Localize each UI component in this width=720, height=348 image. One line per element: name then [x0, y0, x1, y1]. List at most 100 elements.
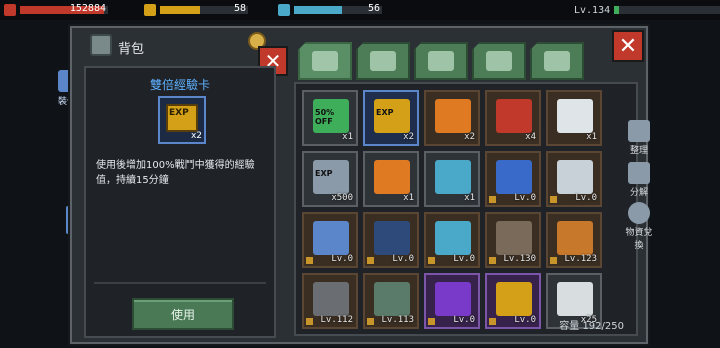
inventory-slot[interactable]: x1	[424, 151, 480, 207]
inventory-slot[interactable]: x1	[546, 90, 602, 146]
chip-icon	[435, 160, 471, 194]
level-stat: Lv.134	[574, 3, 720, 17]
exp-card-icon: EXP	[166, 104, 198, 132]
gauntlet-icon	[496, 160, 532, 194]
selected-item-count: x2	[190, 131, 202, 141]
hp-bar: 152884	[19, 3, 109, 15]
exp-shield-icon: EXP	[313, 160, 349, 194]
hp-stat: 152884	[4, 3, 109, 17]
item-count: x1	[586, 132, 597, 142]
category-tabs	[298, 42, 584, 80]
assault-rifle-icon	[313, 282, 349, 316]
item-count: Lv.0	[575, 193, 597, 203]
inventory-slot[interactable]: Lv.0	[485, 151, 541, 207]
lock-icon	[550, 196, 557, 203]
inventory-slot[interactable]: EXP x2	[363, 90, 419, 146]
medkit-icon	[370, 51, 396, 71]
tab-weapon[interactable]	[472, 42, 526, 80]
mana-bar-fill	[294, 6, 343, 14]
item-count: x500	[331, 193, 353, 203]
item-count: Lv.0	[514, 315, 536, 325]
scroll-icon	[544, 51, 570, 71]
inventory-slot[interactable]: EXP x500	[302, 151, 358, 207]
lock-icon	[367, 318, 374, 325]
lock-icon	[306, 257, 313, 264]
coin-icon	[144, 4, 156, 16]
item-name: 雙倍經驗卡	[149, 78, 210, 92]
red-crate-icon	[496, 99, 532, 133]
gun-icon	[486, 51, 512, 71]
inventory-slot[interactable]: x1	[363, 151, 419, 207]
item-count: Lv.113	[381, 315, 414, 325]
drill-bit-icon	[557, 282, 593, 316]
inventory-slot[interactable]: x4	[485, 90, 541, 146]
shield-case-icon	[496, 282, 532, 316]
rifle-orange-icon	[557, 221, 593, 255]
item-detail-pane: 雙倍經驗卡 EXP x2 使用後增加100%戰鬥中獲得的經驗值，持續15分鐘 使…	[84, 66, 276, 338]
mana-stat: 56	[278, 3, 383, 17]
inventory-slot[interactable]: Lv.130	[485, 212, 541, 268]
use-button[interactable]: 使用	[132, 298, 234, 330]
inventory-slot[interactable]: Lv.113	[363, 273, 419, 329]
generator-icon	[435, 221, 471, 255]
item-label: 50% OFF	[315, 108, 335, 126]
tab-medical[interactable]	[356, 42, 410, 80]
item-count: Lv.130	[503, 254, 536, 264]
sale-card-icon: 50% OFF	[313, 99, 349, 133]
inventory-grid: 50% OFF x1 EXP x2 x2 x4 x1 EXP x500 x1 x1 Lv.0 Lv.0 L…	[302, 90, 602, 329]
crossbow-icon	[496, 221, 532, 255]
inventory-slot[interactable]: Lv.123	[546, 212, 602, 268]
armor-icon	[428, 51, 454, 71]
tab-armor[interactable]	[414, 42, 468, 80]
inventory-slot[interactable]: Lv.112	[302, 273, 358, 329]
item-label: EXP	[376, 108, 394, 117]
selected-item-slot: EXP x2	[158, 96, 206, 144]
close-panel-button[interactable]: ✕	[612, 30, 644, 62]
backpack-icon	[312, 51, 338, 71]
decompose-button[interactable]: 分解	[622, 162, 656, 198]
hp-value: 152884	[69, 3, 106, 14]
lock-icon	[489, 196, 496, 203]
inventory-slot[interactable]: Lv.0	[302, 212, 358, 268]
tab-materials[interactable]	[530, 42, 584, 80]
inventory-panel: 背包 ✕ 雙倍經驗卡 EXP x2 使用後增加100%戰鬥中獲得的經驗值，持續1…	[70, 26, 648, 344]
energy-stat: 58	[144, 3, 249, 17]
drop-icon	[278, 4, 290, 16]
energy-value: 58	[233, 3, 246, 14]
helmet-dark-icon	[374, 221, 410, 255]
inventory-slot[interactable]: Lv.0	[546, 151, 602, 207]
white-crate-icon	[557, 99, 593, 133]
level-bar	[613, 5, 720, 15]
inventory-grid-pane: 50% OFF x1 EXP x2 x2 x4 x1 EXP x500 x1 x1 Lv.0 Lv.0 L…	[294, 82, 638, 336]
lock-icon	[489, 318, 496, 325]
lock-icon	[367, 257, 374, 264]
panel-title: 背包	[118, 42, 145, 57]
mana-value: 56	[367, 3, 380, 14]
item-count: Lv.112	[320, 315, 353, 325]
energy-bar-fill	[160, 6, 200, 14]
inventory-slot[interactable]: Lv.0	[485, 273, 541, 329]
item-count: x4	[525, 132, 536, 142]
exp-badge: EXP	[169, 108, 189, 118]
item-count: Lv.0	[331, 254, 353, 264]
exchange-button[interactable]: 物資兌換	[622, 202, 656, 251]
organize-button[interactable]: 整理	[622, 120, 656, 156]
tab-bag[interactable]	[298, 42, 352, 80]
energy-bar: 58	[159, 3, 249, 15]
orange-box-icon	[374, 160, 410, 194]
item-count: x1	[342, 132, 353, 142]
inventory-slot[interactable]: Lv.0	[363, 212, 419, 268]
item-count: Lv.0	[514, 193, 536, 203]
item-label: EXP	[315, 169, 333, 178]
capacity-label: 容量 192/250	[559, 321, 624, 332]
divider	[94, 282, 266, 284]
exp-card-icon: EXP	[374, 99, 410, 133]
lock-icon	[306, 318, 313, 325]
inventory-slot[interactable]: 50% OFF x1	[302, 90, 358, 146]
lock-icon	[428, 257, 435, 264]
inventory-slot[interactable]: Lv.0	[424, 273, 480, 329]
inventory-slot[interactable]: x2	[424, 90, 480, 146]
inventory-slot[interactable]: Lv.0	[424, 212, 480, 268]
mana-bar: 56	[293, 3, 383, 15]
lock-icon	[489, 257, 496, 264]
